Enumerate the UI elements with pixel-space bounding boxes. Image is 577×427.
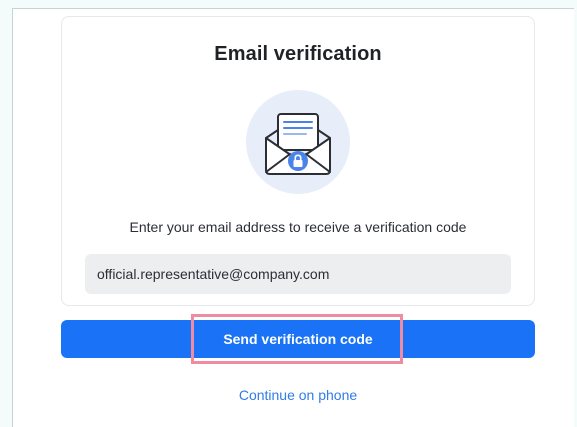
continue-on-phone-link[interactable]: Continue on phone	[61, 387, 535, 403]
email-field[interactable]	[85, 254, 511, 294]
app-frame: Email verification Enter your email addr…	[12, 8, 574, 427]
send-verification-code-button[interactable]: Send verification code	[61, 320, 535, 358]
envelope-lock-icon	[246, 90, 350, 194]
instruction-text: Enter your email address to receive a ve…	[129, 219, 467, 235]
page-title: Email verification	[214, 43, 382, 65]
verification-card: Email verification Enter your email addr…	[61, 16, 535, 306]
